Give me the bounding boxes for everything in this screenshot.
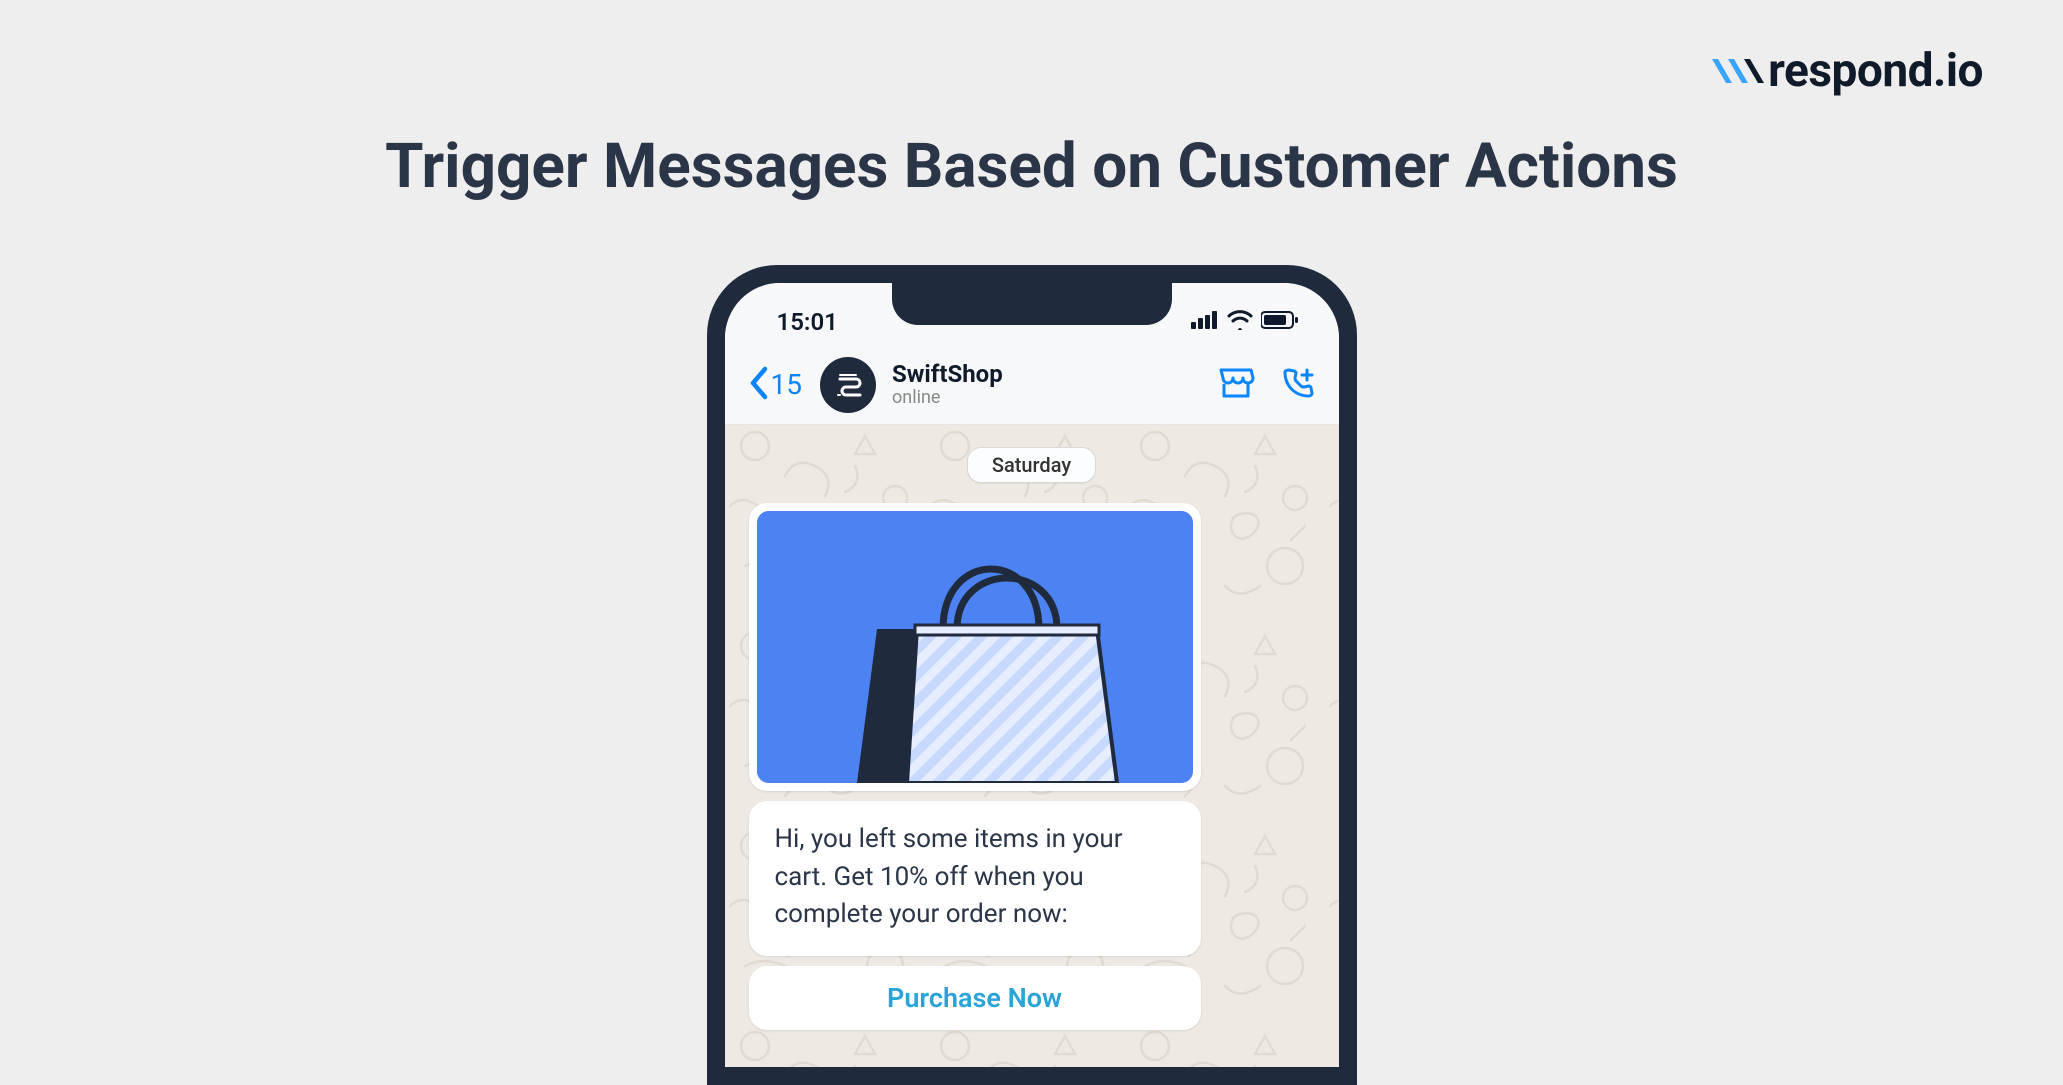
avatar-logo-icon <box>832 369 864 401</box>
contact-status: online <box>892 388 1205 408</box>
chat-body: Saturday <box>725 425 1339 1067</box>
contact-info[interactable]: SwiftShop online <box>892 361 1205 407</box>
status-time: 15:01 <box>777 308 838 336</box>
brand-logo: respond.io <box>1708 44 1983 98</box>
back-button[interactable]: 15 <box>747 365 802 405</box>
contact-avatar[interactable] <box>820 357 876 413</box>
message-cta-label: Purchase Now <box>887 982 1062 1014</box>
wifi-icon <box>1227 310 1253 334</box>
phone-screen: 15:01 <box>725 283 1339 1067</box>
contact-name: SwiftShop <box>892 361 1205 387</box>
brand-logo-text: respond.io <box>1768 44 1983 98</box>
message-text-bubble[interactable]: Hi, you left some items in your cart. Ge… <box>749 801 1201 956</box>
message-cta-button[interactable]: Purchase Now <box>749 966 1201 1030</box>
phone-notch <box>892 283 1172 325</box>
date-separator: Saturday <box>967 447 1096 483</box>
phone-frame: 15:01 <box>707 265 1357 1085</box>
message-text: Hi, you left some items in your cart. Ge… <box>775 824 1123 929</box>
status-icons <box>1191 310 1299 334</box>
back-unread-count: 15 <box>771 368 802 401</box>
chat-header: 15 SwiftShop online <box>725 345 1339 425</box>
add-call-icon[interactable] <box>1279 366 1317 404</box>
page-title: Trigger Messages Based on Customer Actio… <box>385 130 1678 203</box>
chevron-left-icon <box>747 365 769 405</box>
cellular-signal-icon <box>1191 311 1219 333</box>
shop-icon[interactable] <box>1217 366 1255 404</box>
battery-icon <box>1261 311 1299 333</box>
message-image <box>757 511 1193 783</box>
shopping-bag-icon <box>757 511 1193 783</box>
message-image-card[interactable] <box>749 503 1201 791</box>
brand-logo-mark-icon <box>1708 49 1764 93</box>
